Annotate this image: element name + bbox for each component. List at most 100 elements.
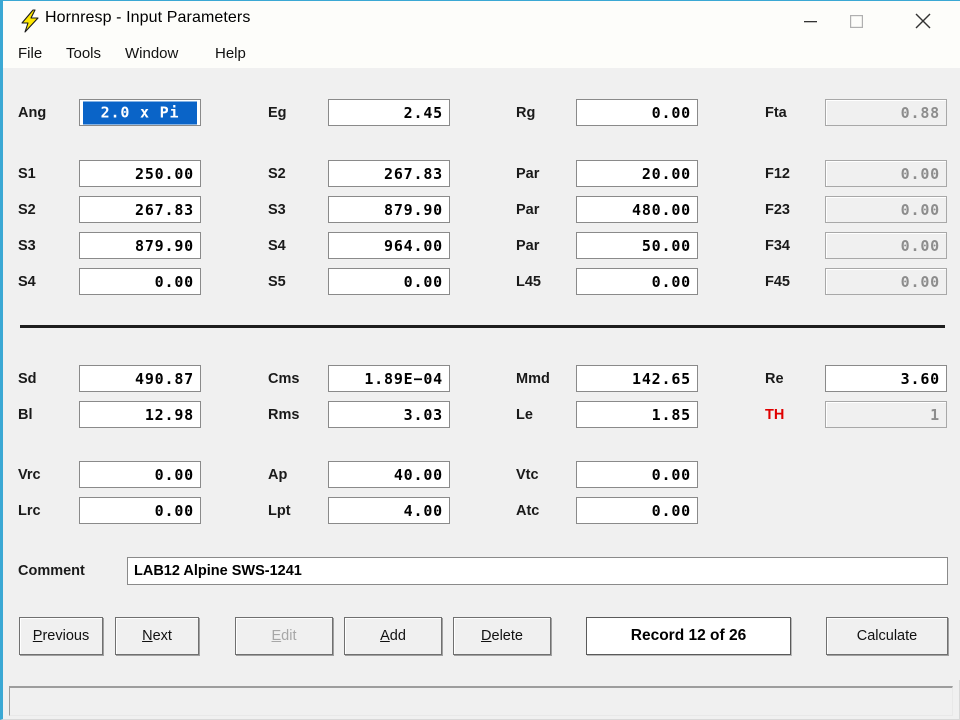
edit-button: Edit bbox=[235, 617, 333, 655]
field-value: 40.00 bbox=[393, 465, 443, 484]
button-label: Previous bbox=[32, 628, 90, 644]
field-input-mmd-lower0[interactable]: 142.65 bbox=[576, 365, 698, 392]
field-input-fta-upper0: 0.88 bbox=[825, 99, 947, 126]
field-input-s1-upper1[interactable]: 250.00 bbox=[79, 160, 201, 187]
field-label-l45-upper4: L45 bbox=[516, 274, 541, 290]
field-input-l45-upper4[interactable]: 0.00 bbox=[576, 268, 698, 295]
field-input-lpt-enc1[interactable]: 4.00 bbox=[328, 497, 450, 524]
button-label: Edit bbox=[271, 628, 297, 644]
field-label-par-upper3: Par bbox=[516, 238, 540, 254]
field-value: 480.00 bbox=[632, 200, 691, 219]
field-input-par-upper2[interactable]: 480.00 bbox=[576, 196, 698, 223]
field-label-par-upper2: Par bbox=[516, 202, 540, 218]
field-value: 1.85 bbox=[651, 405, 691, 424]
field-input-vrc-enc0[interactable]: 0.00 bbox=[79, 461, 201, 488]
menu-item-file[interactable]: File bbox=[14, 43, 46, 64]
button-label: Add bbox=[380, 628, 406, 644]
section-divider bbox=[20, 325, 945, 328]
field-input-th-lower1: 1 bbox=[825, 401, 947, 428]
field-label-sd-lower0: Sd bbox=[18, 371, 37, 387]
calculate-button[interactable]: Calculate bbox=[826, 617, 948, 655]
field-input-bl-lower1[interactable]: 12.98 bbox=[79, 401, 201, 428]
field-label-re-lower0: Re bbox=[765, 371, 784, 387]
menu-bar: File Tools Window Help bbox=[3, 40, 960, 68]
field-input-lrc-enc1[interactable]: 0.00 bbox=[79, 497, 201, 524]
field-input-sd-lower0[interactable]: 490.87 bbox=[79, 365, 201, 392]
field-input-atc-enc1[interactable]: 0.00 bbox=[576, 497, 698, 524]
field-input-s5-upper4[interactable]: 0.00 bbox=[328, 268, 450, 295]
field-label-lrc-enc1: Lrc bbox=[18, 503, 41, 519]
add-button[interactable]: Add bbox=[344, 617, 442, 655]
menu-item-help[interactable]: Help bbox=[211, 43, 250, 64]
delete-button[interactable]: Delete bbox=[453, 617, 551, 655]
field-label-fta-upper0: Fta bbox=[765, 105, 787, 121]
field-value: 964.00 bbox=[384, 236, 443, 255]
field-input-vtc-enc0[interactable]: 0.00 bbox=[576, 461, 698, 488]
field-value: 3.60 bbox=[900, 369, 940, 388]
lightning-bolt-icon bbox=[19, 9, 41, 33]
field-value: 20.00 bbox=[641, 164, 691, 183]
field-value: 490.87 bbox=[135, 369, 194, 388]
button-label: Delete bbox=[481, 628, 523, 644]
field-input-s3-upper2[interactable]: 879.90 bbox=[328, 196, 450, 223]
field-value: 0.00 bbox=[900, 272, 940, 291]
field-label-rms-lower1: Rms bbox=[268, 407, 300, 423]
field-label-f12-upper1: F12 bbox=[765, 166, 790, 182]
field-value: 50.00 bbox=[641, 236, 691, 255]
field-label-rg-upper0: Rg bbox=[516, 105, 536, 121]
field-input-cms-lower0[interactable]: 1.89E−04 bbox=[328, 365, 450, 392]
field-input-le-lower1[interactable]: 1.85 bbox=[576, 401, 698, 428]
field-input-par-upper3[interactable]: 50.00 bbox=[576, 232, 698, 259]
close-icon[interactable] bbox=[900, 1, 946, 41]
button-label: Next bbox=[142, 628, 172, 644]
menu-item-window[interactable]: Window bbox=[121, 43, 182, 64]
field-input-s4-upper3[interactable]: 964.00 bbox=[328, 232, 450, 259]
field-label-f34-upper3: F34 bbox=[765, 238, 790, 254]
field-label-atc-enc1: Atc bbox=[516, 503, 540, 519]
field-label-par-upper1: Par bbox=[516, 166, 540, 182]
field-value: 12.98 bbox=[144, 405, 194, 424]
field-input-eg-upper0[interactable]: 2.45 bbox=[328, 99, 450, 126]
field-label-mmd-lower0: Mmd bbox=[516, 371, 550, 387]
field-value: 0.00 bbox=[154, 501, 194, 520]
comment-input[interactable]: LAB12 Alpine SWS-1241 bbox=[127, 557, 948, 585]
field-value: 267.83 bbox=[384, 164, 443, 183]
field-value: 2.45 bbox=[403, 103, 443, 122]
status-bar bbox=[9, 686, 953, 716]
comment-value: LAB12 Alpine SWS-1241 bbox=[134, 563, 302, 579]
previous-button[interactable]: Previous bbox=[19, 617, 103, 655]
field-input-rg-upper0[interactable]: 0.00 bbox=[576, 99, 698, 126]
field-input-s3-upper3[interactable]: 879.90 bbox=[79, 232, 201, 259]
minimize-icon[interactable] bbox=[787, 1, 833, 41]
field-label-s3-upper2: S3 bbox=[268, 202, 286, 218]
field-input-rms-lower1[interactable]: 3.03 bbox=[328, 401, 450, 428]
field-value: 0.00 bbox=[651, 272, 691, 291]
field-value: 0.00 bbox=[900, 164, 940, 183]
field-value: 0.00 bbox=[651, 465, 691, 484]
field-input-f34-upper3: 0.00 bbox=[825, 232, 947, 259]
title-bar: Hornresp - Input Parameters bbox=[3, 0, 960, 41]
field-input-s2-upper2[interactable]: 267.83 bbox=[79, 196, 201, 223]
field-input-s2-upper1[interactable]: 267.83 bbox=[328, 160, 450, 187]
field-label-vrc-enc0: Vrc bbox=[18, 467, 41, 483]
next-button[interactable]: Next bbox=[115, 617, 199, 655]
maximize-icon[interactable] bbox=[833, 1, 879, 41]
field-label-s4-upper3: S4 bbox=[268, 238, 286, 254]
hornresp-window: Hornresp - Input Parameters File Tools W… bbox=[0, 0, 960, 720]
field-input-ang-upper0[interactable]: 2.0 x Pi bbox=[79, 99, 201, 126]
window-title: Hornresp - Input Parameters bbox=[45, 9, 251, 26]
field-value: 0.00 bbox=[900, 200, 940, 219]
menu-item-tools[interactable]: Tools bbox=[62, 43, 105, 64]
field-value: 0.00 bbox=[651, 103, 691, 122]
field-input-f23-upper2: 0.00 bbox=[825, 196, 947, 223]
field-input-re-lower0[interactable]: 3.60 bbox=[825, 365, 947, 392]
field-input-s4-upper4[interactable]: 0.00 bbox=[79, 268, 201, 295]
field-label-le-lower1: Le bbox=[516, 407, 533, 423]
field-label-f23-upper2: F23 bbox=[765, 202, 790, 218]
field-value: 0.00 bbox=[651, 501, 691, 520]
field-input-ap-enc0[interactable]: 40.00 bbox=[328, 461, 450, 488]
field-input-par-upper1[interactable]: 20.00 bbox=[576, 160, 698, 187]
field-value: 3.03 bbox=[403, 405, 443, 424]
field-label-vtc-enc0: Vtc bbox=[516, 467, 539, 483]
field-label-s1-upper1: S1 bbox=[18, 166, 36, 182]
